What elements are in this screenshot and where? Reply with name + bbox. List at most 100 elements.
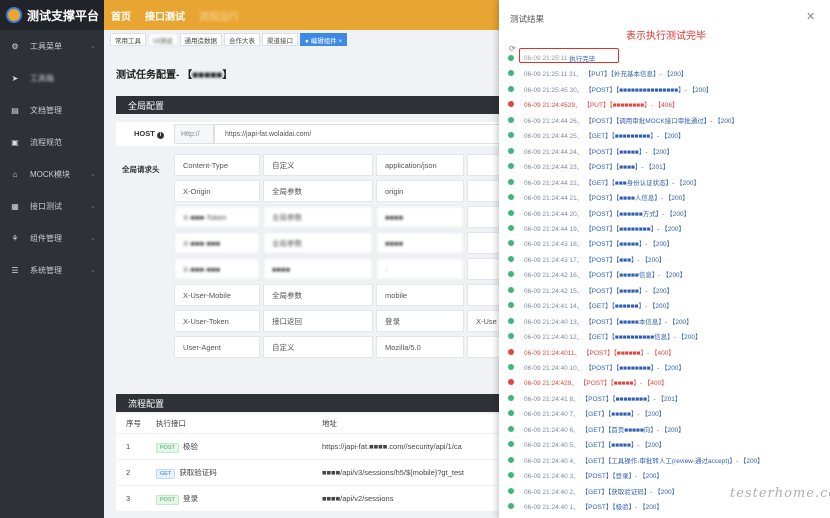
header-key-field[interactable]: X-Origin <box>174 180 260 202</box>
host-input[interactable]: https://japi-fat.wolaidai.com/ <box>214 124 514 144</box>
header-type-select[interactable]: 自定义 <box>263 336 373 358</box>
header-type-select[interactable]: 自定义 <box>263 154 373 176</box>
sidebar-item-label: 工具箱 <box>30 73 54 83</box>
sidebar-item[interactable]: ⚘ 组件管理 ⌄ <box>0 222 104 254</box>
sidebar-item-label: 工具菜单 <box>30 41 62 51</box>
header-value-field[interactable]: ■■■■ <box>376 232 464 254</box>
status-dot-icon <box>508 163 514 170</box>
header-value-field[interactable]: Mozilla/5.0 <box>376 336 464 358</box>
log-time: 06-09 21:24:42 16、 <box>524 272 584 280</box>
log-time: 06-09 21:24:40 1、 <box>524 504 580 512</box>
header-key-field[interactable]: Content-Type <box>174 154 260 176</box>
log-text: 【POST】【极验】- 【200】 <box>581 504 663 512</box>
log-line: 06-09 21:24:40 13、 【POST】【■■■■■本信息】- 【20… <box>508 315 826 327</box>
tab[interactable]: 通用造数据 <box>179 33 222 46</box>
log-line: 06-09 21:24:40 3、 【POST】【登录】- 【200】 <box>508 469 826 481</box>
log-text: 【GET】【■■■■■■】- 【200】 <box>585 303 673 311</box>
app-logo[interactable]: 测试支撑平台 <box>0 0 104 30</box>
tab[interactable]: UI测试 <box>148 33 178 46</box>
status-dot-icon <box>508 394 514 401</box>
col-header-api: 执行接口 <box>156 419 186 428</box>
chevron-down-icon: ⌄ <box>90 235 96 242</box>
header-key-field[interactable]: X-User-Token <box>174 310 260 332</box>
header-key-field[interactable]: X-■■■-Token <box>174 206 260 228</box>
log-text: 【POST】【■■■■■■方式】- 【200】 <box>585 210 691 218</box>
log-text: 【GET】【■■■身份认证状态】- 【200】 <box>585 179 700 187</box>
test-result-drawer: 测试结果 ✕ 表示执行测试完毕 ⟳ 06-09 21:25:11 执行完毕 06… <box>499 0 830 518</box>
log-text: 【PUT】【■■■■■■■■】- 【406】 <box>583 102 679 110</box>
watermark: testerhome.com <box>730 486 830 501</box>
status-dot-icon <box>508 255 514 262</box>
status-dot-icon <box>508 178 514 185</box>
doc-icon: ▤ <box>11 105 19 115</box>
log-text: 【POST】【■■■■人信息】- 【200】 <box>585 195 689 203</box>
log-text: 【POST】【■■■■■■■■■■■■■■■】- 【200】 <box>585 86 713 94</box>
tab[interactable]: 合作大表 <box>224 33 260 46</box>
header-key-field[interactable]: X-■■■-■■■ <box>174 232 260 254</box>
header-row: X-■■■-Token 全局参数 ■■■■ <box>174 206 510 228</box>
header-type-select[interactable]: 全局参数 <box>263 232 373 254</box>
log-line: 06-09 21:24:43 18、 【POST】【■■■■■】- 【200】 <box>508 237 826 249</box>
header-value-field[interactable]: application/json <box>376 154 464 176</box>
chevron-down-icon: ⌄ <box>90 43 96 50</box>
log-time: 06-09 21:24:44 25、 <box>524 133 584 141</box>
row-no: 3 <box>126 494 131 503</box>
log-text: 【POST】【■■■■■■】- 【400】 <box>582 349 675 357</box>
flow-icon: ▣ <box>11 137 19 147</box>
log-time: 06-09 21:24:44 20、 <box>524 210 584 218</box>
api-name: 获取验证码 <box>179 467 217 477</box>
log-line: 06-09 21:24:40 12、 【GET】【■■■■■■■■■■信息】- … <box>508 330 826 342</box>
sidebar-item-label: 接口测试 <box>30 201 62 211</box>
log-line: 06-09 21:24:40 6、 【GET】【首页■■■■■向】- 【200】 <box>508 423 826 435</box>
header-key-field[interactable]: X-■■■-■■■ <box>174 258 260 280</box>
log-line: 06-09 21:24:44 22、 【GET】【■■■身份认证状态】- 【20… <box>508 176 826 188</box>
tab[interactable]: 渠道接口 <box>262 33 298 46</box>
header-key-field[interactable]: X-User-Mobile <box>174 284 260 306</box>
tab[interactable]: ● 编辑组件 × <box>300 33 348 46</box>
header-type-select[interactable]: 全局参数 <box>263 206 373 228</box>
sidebar-item[interactable]: ☰ 系统管理 ⌄ <box>0 254 104 286</box>
sidebar-item[interactable]: ➤ 工具箱 <box>0 62 104 94</box>
log-line: 06-09 21:24:42 16、 【POST】【■■■■■信息】- 【200… <box>508 268 826 280</box>
sidebar-item[interactable]: ▣ 流程规范 <box>0 126 104 158</box>
log-time: 06-09 21:24:40 13、 <box>524 318 584 326</box>
sidebar-item[interactable]: ⌂ MOCK模块 ⌄ <box>0 158 104 190</box>
component-icon: ⚘ <box>11 233 19 243</box>
api-name: 极验 <box>182 441 198 451</box>
close-icon[interactable]: ✕ <box>806 10 815 23</box>
header-type-select[interactable]: 全局参数 <box>263 180 373 202</box>
nav-flow[interactable]: 流程运行 <box>192 8 246 23</box>
header-key-field[interactable]: User-Agent <box>174 336 260 358</box>
nav-api-test[interactable]: 接口测试 <box>138 8 192 23</box>
log-line: 06-09 21:24:44 20、 【POST】【■■■■■■方式】- 【20… <box>508 207 826 219</box>
header-value-field[interactable]: mobile <box>376 284 464 306</box>
header-type-select[interactable]: 全局参数 <box>263 284 373 306</box>
header-value-field[interactable]: - <box>376 258 464 280</box>
log-line: 06-09 21:25:11 31、 【PUT】【补充基本信息】- 【200】 <box>508 67 826 79</box>
header-value-field[interactable]: origin <box>376 180 464 202</box>
header-type-select[interactable]: 接口返回 <box>263 310 373 332</box>
status-dot-icon <box>508 348 514 355</box>
col-header-no: 序号 <box>126 419 141 428</box>
sidebar-item[interactable]: ▦ 接口测试 ⌄ <box>0 190 104 222</box>
info-icon[interactable]: i <box>156 132 164 139</box>
status-dot-icon <box>508 487 514 494</box>
log-text: 【GET】【■■■■■■■■■■信息】- 【200】 <box>585 334 702 342</box>
log-line: 06-09 21:24:40 1、 【POST】【极验】- 【200】 <box>508 500 826 512</box>
log-line: 06-09 21:24:44 25、 【GET】【■■■■■■■■■】- 【20… <box>508 129 826 141</box>
sidebar-item[interactable]: ⚙ 工具菜单 ⌄ <box>0 30 104 62</box>
header-type-select[interactable]: ■■■■ <box>263 258 373 280</box>
log-text: 【GET】【工具操作-审批转人工(review-通过accept)】- 【200… <box>581 457 764 465</box>
sidebar-item[interactable]: ▤ 文档管理 <box>0 94 104 126</box>
host-prefix[interactable]: Http:// <box>174 124 214 144</box>
log-text: 【POST】【■■■】- 【200】 <box>585 256 666 264</box>
nav-home[interactable]: 首页 <box>104 8 138 23</box>
log-time: 06-09 21:25:11 <box>524 54 568 62</box>
header-value-field[interactable]: 登录 <box>376 310 464 332</box>
status-dot-icon <box>508 503 514 510</box>
header-value-field[interactable]: ■■■■ <box>376 206 464 228</box>
tab[interactable]: 常用工具 <box>110 33 146 46</box>
log-time: 06-09 21:24:4011、 <box>524 349 581 357</box>
status-dot-icon <box>508 286 514 293</box>
log-line: 06-09 21:24:42 15、 【POST】【■■■■■】- 【200】 <box>508 284 826 296</box>
